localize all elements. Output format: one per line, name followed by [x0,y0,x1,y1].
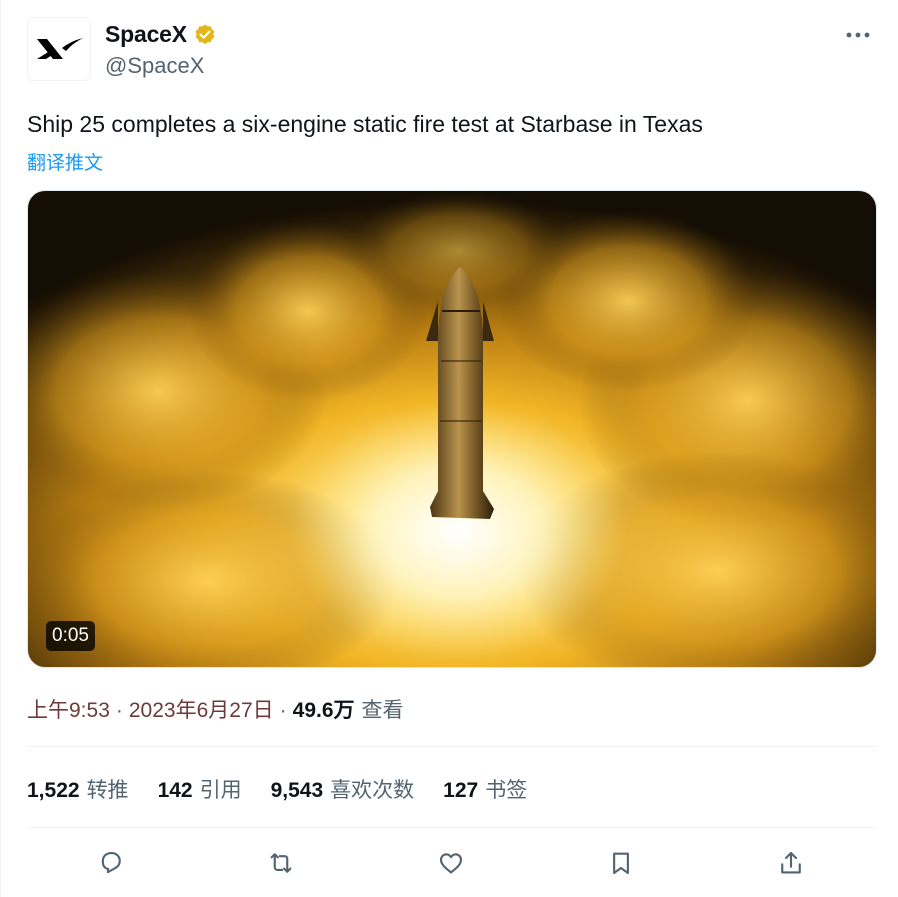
tweet-header: SpaceX @SpaceX [27,17,877,81]
tweet-meta: 上午9:53 · 2023年6月27日 · 49.6万 查看 [27,694,404,724]
name-row: SpaceX [105,21,217,48]
tweet-date[interactable]: 2023年6月27日 [129,694,274,724]
like-button[interactable] [431,843,471,883]
share-icon [781,851,801,874]
video-player[interactable]: 0:05 [27,190,877,668]
stat-label: 喜欢次数 [330,779,415,802]
retweet-icon [270,853,292,873]
retweets-stat[interactable]: 1,522 转推 [27,774,129,804]
action-bar [27,843,877,883]
avatar[interactable] [27,17,91,81]
tweet-time[interactable]: 上午9:53 [27,694,110,724]
tweet-stats: 1,522 转推 142 引用 9,543 喜欢次数 127 书签 [27,774,556,804]
stat-count: 1,522 [27,779,80,802]
stat-label: 书签 [485,779,528,802]
likes-stat[interactable]: 9,543 喜欢次数 [271,774,415,804]
video-duration: 0:05 [46,621,95,651]
verified-badge-icon [195,24,215,44]
display-name[interactable]: SpaceX [105,21,187,48]
stat-count: 142 [157,779,193,802]
meta-separator: · [115,699,123,722]
divider [27,746,877,747]
quotes-stat[interactable]: 142 引用 [158,774,242,804]
bookmark-button[interactable] [601,843,641,883]
tweet-card: SpaceX @SpaceX Ship 25 completes a six-e… [0,0,898,897]
views-count: 49.6万 [292,699,355,722]
reply-button[interactable] [91,843,131,883]
stat-label: 转推 [86,779,129,802]
meta-separator: · [279,699,287,722]
more-options-button[interactable] [841,21,875,49]
divider [27,827,877,828]
views-label: 查看 [361,699,404,722]
spacex-logo-icon [37,38,83,59]
more-icon [846,32,870,38]
share-button[interactable] [771,843,811,883]
stat-label: 引用 [199,779,242,802]
like-icon [439,853,463,874]
retweet-button[interactable] [261,843,301,883]
stat-count: 9,543 [270,779,324,802]
tweet-text: Ship 25 completes a six-engine static fi… [27,111,703,137]
bookmarks-stat[interactable]: 127 书签 [443,774,527,804]
bookmark-icon [613,852,629,875]
author-handle[interactable]: @SpaceX [105,53,204,79]
reply-icon [101,851,121,874]
translate-link[interactable]: 翻译推文 [27,148,103,175]
video-thumbnail [28,191,876,667]
stat-count: 127 [443,779,479,802]
